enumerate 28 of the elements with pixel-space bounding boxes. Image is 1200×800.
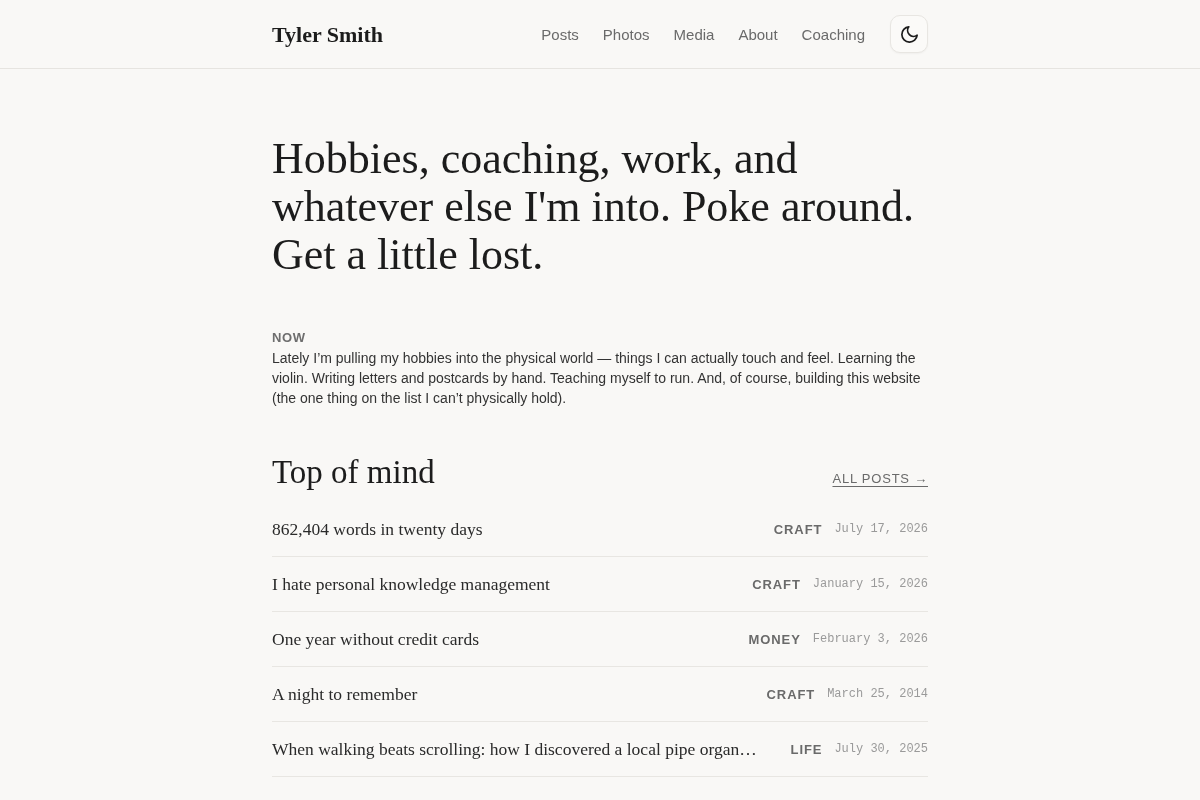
post-date: March 25, 2014 bbox=[827, 687, 928, 701]
post-category: CRAFT bbox=[773, 521, 823, 537]
post-date: July 17, 2026 bbox=[834, 522, 928, 536]
all-posts-link[interactable]: ALL POSTS → bbox=[832, 471, 928, 486]
nav-link[interactable]: Posts bbox=[541, 25, 579, 43]
nav-link[interactable]: Media bbox=[673, 25, 715, 43]
post-date: January 15, 2026 bbox=[812, 577, 928, 591]
post-category: MONEY bbox=[748, 631, 801, 647]
section-label: NOW bbox=[272, 330, 307, 346]
site-title[interactable]: Tyler Smith bbox=[272, 22, 384, 48]
post-category: CRAFT bbox=[752, 576, 801, 592]
post-title-link[interactable]: I hate personal knowledge management bbox=[272, 573, 741, 595]
nav-link[interactable]: Photos bbox=[602, 25, 650, 43]
post-date: February 3, 2026 bbox=[812, 632, 928, 646]
section-heading: Top of mind bbox=[272, 454, 435, 491]
post-title-link[interactable]: A night to remember bbox=[272, 683, 755, 705]
moon-icon bbox=[900, 25, 918, 43]
theme-toggle-button[interactable] bbox=[890, 15, 928, 53]
post-title-link[interactable]: One year without credit cards bbox=[272, 628, 737, 650]
now-paragraph: Lately I’m pulling my hobbies into the physical world — things I can actually touch and feel. Learning the violin. Writing letters and postcards by hand. Teaching myself to run. And, of course, building this website (the one thing on the list I can’t physically hold). bbox=[272, 349, 922, 408]
post-category: LIFE bbox=[790, 741, 823, 757]
nav-link[interactable]: About bbox=[738, 25, 778, 43]
post-category: CRAFT bbox=[766, 686, 816, 702]
post-title-link[interactable]: 862,404 words in twenty days bbox=[272, 518, 762, 540]
hero-headline: Hobbies, coaching, work, and whatever else I'm into. Poke around. Get a little lost. bbox=[272, 135, 916, 279]
nav-link[interactable]: Coaching bbox=[801, 25, 865, 43]
post-date: July 30, 2025 bbox=[834, 742, 928, 756]
post-title-link[interactable]: When walking beats scrolling: how I discovered a local pipe organ… bbox=[272, 738, 779, 760]
